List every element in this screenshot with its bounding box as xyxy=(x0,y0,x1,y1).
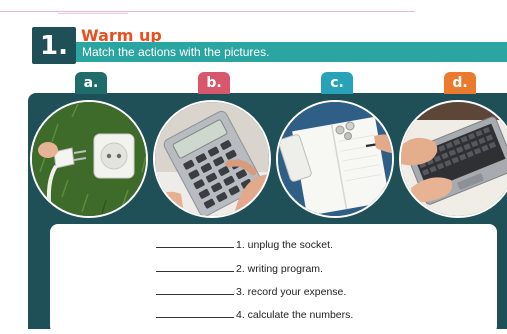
notebook-pen-photo xyxy=(276,100,394,218)
answer-blank[interactable] xyxy=(156,285,234,295)
list-item: 4. calculate the numbers. xyxy=(156,308,353,321)
answer-blank[interactable] xyxy=(156,308,234,318)
answer-blank[interactable] xyxy=(156,238,234,248)
picture-tab-b: b. xyxy=(198,72,230,94)
list-item: 1. unplug the socket. xyxy=(156,238,333,251)
exercise-number: 1. xyxy=(32,27,76,64)
item-text: 2. writing program. xyxy=(236,263,323,275)
item-text: 3. record your expense. xyxy=(236,286,347,298)
list-item: 2. writing program. xyxy=(156,262,323,275)
picture-tab-a: a. xyxy=(75,72,107,94)
top-divider-accent xyxy=(58,13,128,14)
calculator-photo xyxy=(153,100,271,218)
instruction-bar: Match the actions with the pictures. xyxy=(76,42,507,62)
item-text: 4. calculate the numbers. xyxy=(236,309,354,321)
picture-tab-d: d. xyxy=(444,72,476,94)
item-text: 1. unplug the socket. xyxy=(236,239,333,251)
laptop-typing-photo xyxy=(399,100,507,218)
list-item: 3. record your expense. xyxy=(156,285,346,298)
answer-blank[interactable] xyxy=(156,262,234,272)
picture-tab-c: c. xyxy=(321,72,353,94)
top-divider-line xyxy=(0,11,415,12)
socket-plug-photo xyxy=(30,100,148,218)
